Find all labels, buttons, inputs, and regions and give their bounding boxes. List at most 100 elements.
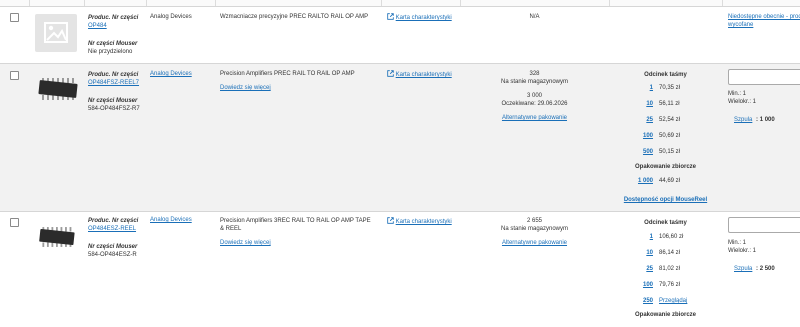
datasheet-link[interactable]: Karta charakterystyki: [387, 217, 452, 225]
reel-link[interactable]: Szpula: [734, 117, 752, 123]
price-header: Odcinek taśmy: [644, 220, 687, 226]
price-value: 79,76 zł: [659, 282, 681, 288]
price-tier: 500 50,15 zł: [631, 149, 680, 155]
mfr-part-link[interactable]: OP484: [88, 22, 146, 30]
price-value: 52,54 zł: [659, 117, 681, 123]
alt-packaging-link[interactable]: Alternatywne pakowanie: [460, 114, 609, 122]
price-value: 70,35 zł: [659, 85, 681, 91]
price-value: 44,69 zł: [659, 178, 681, 184]
row-checkbox[interactable]: [10, 13, 19, 22]
mouser-part-value: Nie przydzielono: [88, 49, 133, 55]
price-tier: 25 81,02 zł: [631, 266, 680, 272]
availability: N/A: [529, 14, 540, 20]
mfr-part-label: Produc. Nr części: [88, 15, 139, 21]
price-qty-link[interactable]: 500: [631, 149, 653, 155]
view-link[interactable]: Przeglądaj: [659, 298, 687, 304]
price-tier: 10 86,14 zł: [631, 250, 680, 256]
description: Wzmacniacze precyzyjne PREC RAILTO RAIL …: [220, 14, 369, 20]
stock-label: Na stanie magazynowym: [500, 226, 569, 232]
mfr-part-link[interactable]: OP484FSZ-REEL7: [88, 79, 146, 87]
multiple-qty: Wielokr.: 1: [728, 99, 757, 105]
external-link-icon: [387, 217, 394, 224]
price-tier: 100 79,76 zł: [631, 282, 680, 288]
mouser-part-value: 584-OP484ESZ-R: [88, 252, 137, 258]
price-qty-link[interactable]: 25: [631, 117, 653, 123]
price-qty-link[interactable]: 1: [631, 85, 653, 91]
reel-qty: : 1 000: [756, 117, 775, 123]
price-tier: 250 Przeglądaj: [631, 298, 687, 304]
soic-chip-icon: [37, 225, 75, 251]
stock-label: Na stanie magazynowym: [500, 79, 569, 85]
description: & REEL: [220, 226, 242, 232]
price-qty-link[interactable]: 25: [631, 266, 653, 272]
learn-more-link[interactable]: Dowiedz się więcej: [220, 240, 271, 246]
price-value: 56,11 zł: [659, 101, 680, 107]
table-row: Produc. Nr części OP484FSZ-REEL7 Nr częś…: [0, 63, 800, 212]
multiple-qty: Wielokr.: 1: [728, 248, 757, 254]
bulk-header: Opakowanie zbiorcze: [634, 312, 697, 318]
status-link[interactable]: Niedostępne obecnie - prod wycofane: [728, 13, 800, 29]
datasheet-label: Karta charakterystyki: [395, 72, 452, 78]
mfr-part-link[interactable]: OP484ESZ-REEL: [88, 225, 146, 233]
price-qty-link[interactable]: 10: [631, 101, 653, 107]
price-value: 50,15 zł: [659, 149, 681, 155]
learn-more-link[interactable]: Dowiedz się więcej: [220, 85, 271, 91]
price-tier: 100 50,69 zł: [631, 133, 680, 139]
manufacturer-link[interactable]: Analog Devices: [150, 71, 192, 77]
reel-link[interactable]: Szpula: [734, 266, 752, 272]
row-checkbox[interactable]: [10, 71, 19, 80]
mfr-part-label: Produc. Nr części: [88, 218, 139, 224]
price-tier: 1 70,35 zł: [631, 85, 680, 91]
datasheet-label: Karta charakterystyki: [395, 219, 452, 225]
mfr-part-label: Produc. Nr części: [88, 72, 139, 78]
alt-packaging-link[interactable]: Alternatywne pakowanie: [460, 239, 609, 247]
price-tier: 1 000 44,69 zł: [631, 178, 680, 184]
price-qty-link[interactable]: 100: [631, 282, 653, 288]
datasheet-link[interactable]: Karta charakterystyki: [387, 70, 452, 78]
price-tier: 1 106,60 zł: [631, 234, 684, 240]
incoming-qty: 3 000: [526, 93, 542, 99]
price-tier: 10 56,11 zł: [631, 101, 680, 107]
price-tier: 25 52,54 zł: [631, 117, 680, 123]
table-row: Produc. Nr części OP484 Nr części Mouser…: [0, 6, 800, 64]
external-link-icon: [387, 13, 394, 20]
incoming-date: Oczekiwane: 29.06.2026: [501, 101, 568, 107]
description: Precision Amplifiers 3REC RAIL TO RAIL O…: [220, 218, 371, 224]
view-qty-link[interactable]: 250: [631, 298, 653, 304]
mousereel-link[interactable]: Dostępność opcji MouseReel: [609, 197, 722, 203]
reel-option: Szpula : 1 000: [734, 117, 775, 123]
quantity-input[interactable]: [728, 69, 800, 85]
price-value: 86,14 zł: [659, 250, 681, 256]
image-placeholder-icon: [35, 14, 77, 52]
datasheet-link[interactable]: Karta charakterystyki: [387, 13, 452, 21]
reel-qty: : 2 500: [756, 266, 775, 272]
price-qty-link[interactable]: 10: [631, 250, 653, 256]
quantity-input[interactable]: [728, 217, 800, 233]
price-header: Odcinek taśmy: [644, 72, 687, 78]
external-link-icon: [387, 70, 394, 77]
reel-option: Szpula : 2 500: [734, 266, 775, 272]
bulk-header: Opakowanie zbiorcze: [634, 164, 697, 170]
price-value: 81,02 zł: [659, 266, 681, 272]
datasheet-label: Karta charakterystyki: [395, 15, 452, 21]
min-qty: Min.: 1: [728, 240, 747, 246]
mouser-part-label: Nr części Mouser: [88, 98, 138, 104]
row-checkbox[interactable]: [10, 218, 19, 227]
mouser-part-label: Nr części Mouser: [88, 244, 138, 250]
soic-chip-icon: [36, 76, 78, 104]
price-qty-link[interactable]: 1 000: [631, 178, 653, 184]
status-line: Niedostępne obecnie - prod: [728, 14, 800, 20]
table-row: Produc. Nr części OP484ESZ-REEL Nr częśc…: [0, 211, 800, 327]
manufacturer-link[interactable]: Analog Devices: [150, 217, 192, 223]
price-qty-link[interactable]: 100: [631, 133, 653, 139]
price-value: 106,60 zł: [659, 234, 684, 240]
mouser-part-value: 584-OP484FSZ-R7: [88, 106, 140, 112]
price-qty-link[interactable]: 1: [631, 234, 653, 240]
status-line: wycofane: [728, 22, 754, 28]
mouser-part-label: Nr części Mouser: [88, 41, 138, 47]
manufacturer: Analog Devices: [150, 14, 192, 20]
min-qty: Min.: 1: [728, 91, 747, 97]
price-value: 50,69 zł: [659, 133, 681, 139]
stock-qty: 328: [529, 71, 540, 77]
description: Precision Amplifiers PREC RAIL TO RAIL O…: [220, 71, 355, 77]
